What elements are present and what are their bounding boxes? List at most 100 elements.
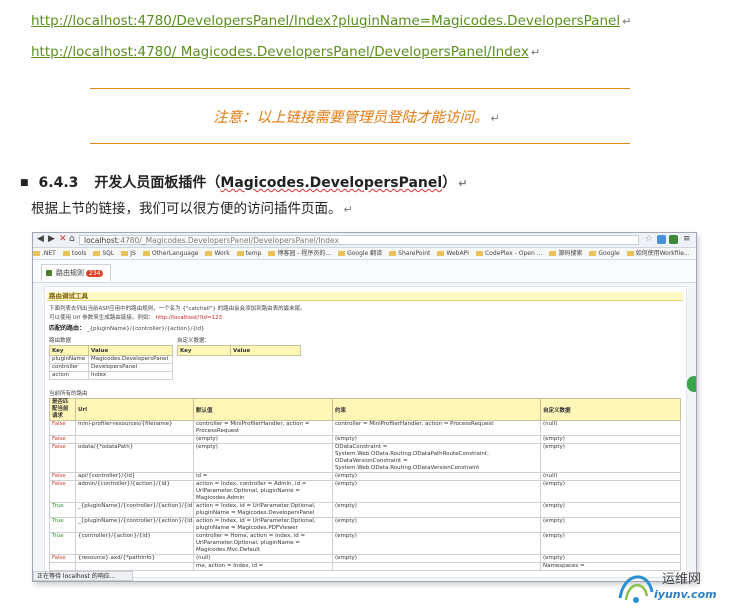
route-constraints-cell: (empty) <box>332 472 541 481</box>
bookmark-item[interactable]: JS <box>121 250 136 257</box>
extension-icon[interactable] <box>657 235 666 244</box>
col-constraints: 约束 <box>332 398 541 421</box>
table-row: False odata/{*odataPath} (empty) ODataConst… <box>49 443 681 473</box>
bookmark-item[interactable]: CodePlex - Open ... <box>475 250 543 257</box>
watermark-site: iyunv.com <box>654 588 717 601</box>
route-constraints-cell: (empty) <box>332 502 541 518</box>
route-custom-cell: (empty) <box>540 532 681 555</box>
route-data-row: controller DevelopersPanel <box>49 363 173 372</box>
route-defaults-cell: (empty) <box>193 443 333 473</box>
route-data-value: Index <box>88 371 173 380</box>
route-url-cell: _{pluginName}/{controller}/{action}/{id} <box>75 502 194 518</box>
bookmark-label: Work <box>214 250 230 257</box>
extension-icon[interactable] <box>669 235 678 244</box>
bookmark-item[interactable]: Work <box>205 250 230 257</box>
route-matched-cell: False <box>49 472 76 481</box>
bookmark-item[interactable]: 源码搜索 <box>549 250 582 257</box>
route-data-row: action Index <box>49 371 173 380</box>
doc-link-1[interactable]: http://localhost:4780/DevelopersPanel/In… <box>31 10 631 29</box>
status-bar: 正在等待 localhost 的响应... <box>33 571 133 581</box>
bookmark-item[interactable]: .NET <box>33 250 56 257</box>
bookmark-item[interactable]: WebAPI <box>437 250 469 257</box>
folder-icon <box>437 251 445 256</box>
bookmark-item[interactable]: OtherLanguage <box>142 250 198 257</box>
tab-route-rules[interactable]: 路由规则 234 <box>41 264 111 281</box>
doc-link-2[interactable]: http://localhost:4780/ Magicodes.Develop… <box>31 41 540 60</box>
route-matched-cell: False <box>49 420 76 436</box>
bookmark-label: CodePlex - Open ... <box>484 250 543 257</box>
bookmark-item[interactable]: Google 翻译 <box>338 250 382 257</box>
col-key: Key <box>177 345 231 356</box>
heading-text-mid: Magicodes.DevelopersPanel <box>220 175 443 191</box>
usage-text: 可以使用 Url 参数来生成路由链接。例如： <box>49 315 154 321</box>
route-constraints-cell: ODataConstraint = System.Web.OData.Routi… <box>332 443 541 473</box>
doc-link-1-text[interactable]: http://localhost:4780/DevelopersPanel/In… <box>31 13 620 29</box>
route-debugger-page: 路由调试工具 下面列表去列出当前ASP应用中的路由规则，一个名为 {"catch… <box>44 286 687 578</box>
route-constraints-cell: (empty) <box>332 532 541 555</box>
bookmark-item[interactable]: temp <box>236 250 261 257</box>
route-defaults-cell: id = <box>193 472 333 481</box>
heading-number: 6.4.3 <box>38 175 79 191</box>
col-matched: 是否匹配当前请求 <box>49 398 76 421</box>
col-key: Key <box>49 345 89 356</box>
body-text: 根据上节的链接，我们可以很方便的访问插件页面。 <box>31 201 342 217</box>
route-constraints-cell: (empty) <box>332 517 541 533</box>
folder-icon <box>268 251 276 256</box>
route-custom-cell: (empty) <box>540 443 681 473</box>
folder-icon <box>236 251 244 256</box>
bookmark-label: tools <box>71 250 87 257</box>
route-matched-cell: False <box>49 443 76 473</box>
table-row: False (empty) (empty) (empty) <box>49 435 681 444</box>
route-defaults-cell: action = Index, controller = Admin, id =… <box>193 480 333 503</box>
route-defaults-cell: controller = MiniProfilerHandler, action… <box>193 420 333 436</box>
address-bar[interactable]: localhost:4780/_Magicodes.DevelopersPane… <box>79 235 639 245</box>
bookmark-label: JS <box>130 250 136 257</box>
bookmark-label: Google 翻译 <box>347 250 383 257</box>
doc-link-2-text[interactable]: http://localhost:4780/ Magicodes.Develop… <box>31 44 529 60</box>
route-matched-cell: True <box>49 532 76 555</box>
back-icon[interactable]: ◀ <box>37 234 44 244</box>
tab-badge: 234 <box>86 270 104 277</box>
panel-description: 下面列表去列出当前ASP应用中的路由规则，一个名为 {"catchall"} 的… <box>49 306 306 312</box>
route-matched-cell: True <box>49 502 76 518</box>
bookmark-item[interactable]: 博客园 - 程序员的... <box>268 250 331 257</box>
bookmark-item[interactable]: SQL <box>93 250 114 257</box>
side-toggle-icon[interactable] <box>687 376 696 392</box>
forward-icon[interactable]: ▶ <box>48 234 55 244</box>
watermark-title: 运维网 <box>662 572 702 587</box>
route-defaults-cell: action = Index, id = UrlParameter.Option… <box>193 517 333 533</box>
home-icon[interactable]: ⌂ <box>69 234 75 244</box>
table-row: True _{pluginName}/{controller}/{action}/… <box>49 517 681 533</box>
folder-icon <box>33 251 40 256</box>
star-icon[interactable]: ☆ <box>645 234 653 244</box>
bookmark-item[interactable]: tools <box>62 250 87 257</box>
custom-data-label: 自定义数据： <box>177 338 211 344</box>
bookmark-item[interactable]: Google <box>589 250 620 257</box>
tab-label: 路由规则 <box>56 269 84 277</box>
route-defaults-cell: (empty) <box>193 435 333 444</box>
all-routes-table: 是否匹配当前请求 Url 默认值 约束 自定义数据 False mini-prof… <box>49 398 681 571</box>
note: 注意：以上链接需要管理员登陆才能访问。 ↵ <box>213 106 500 127</box>
route-url-cell: {resource}.axd/{*pathInfo} <box>75 554 194 563</box>
col-custom: 自定义数据 <box>540 398 681 421</box>
bookmark-label: Google <box>598 250 620 257</box>
watermark-logo-icon <box>618 575 654 603</box>
panel-usage: 可以使用 Url 参数来生成路由链接。例如： http://localhost/… <box>49 313 222 321</box>
custom-data-table: Key Value <box>177 345 301 356</box>
menu-icon[interactable]: ≡ <box>683 234 691 244</box>
route-constraints-cell: (empty) <box>332 435 541 444</box>
route-custom-cell: (empty) <box>540 517 681 533</box>
folder-icon <box>589 251 597 256</box>
folder-icon <box>389 251 397 256</box>
table-row: False mini-profiler-resources/{filename} c… <box>49 420 681 436</box>
bookmark-item[interactable]: 如何使用Workfile... <box>626 250 690 257</box>
route-matched-cell: True <box>49 517 76 533</box>
route-url-cell: admin/{controller}/{action}/{id} <box>75 480 194 503</box>
folder-icon <box>93 251 101 256</box>
bookmark-item[interactable]: SharePoint <box>389 250 430 257</box>
stop-icon[interactable]: ✕ <box>59 234 67 244</box>
route-data-label: 路由数据 <box>49 338 72 344</box>
route-url-cell: _{pluginName}/{controller}/{action}/{id} <box>75 517 194 533</box>
route-constraints-cell: controller = MiniProfilerHandler, action… <box>332 420 541 436</box>
paragraph-mark: ↵ <box>458 177 468 190</box>
